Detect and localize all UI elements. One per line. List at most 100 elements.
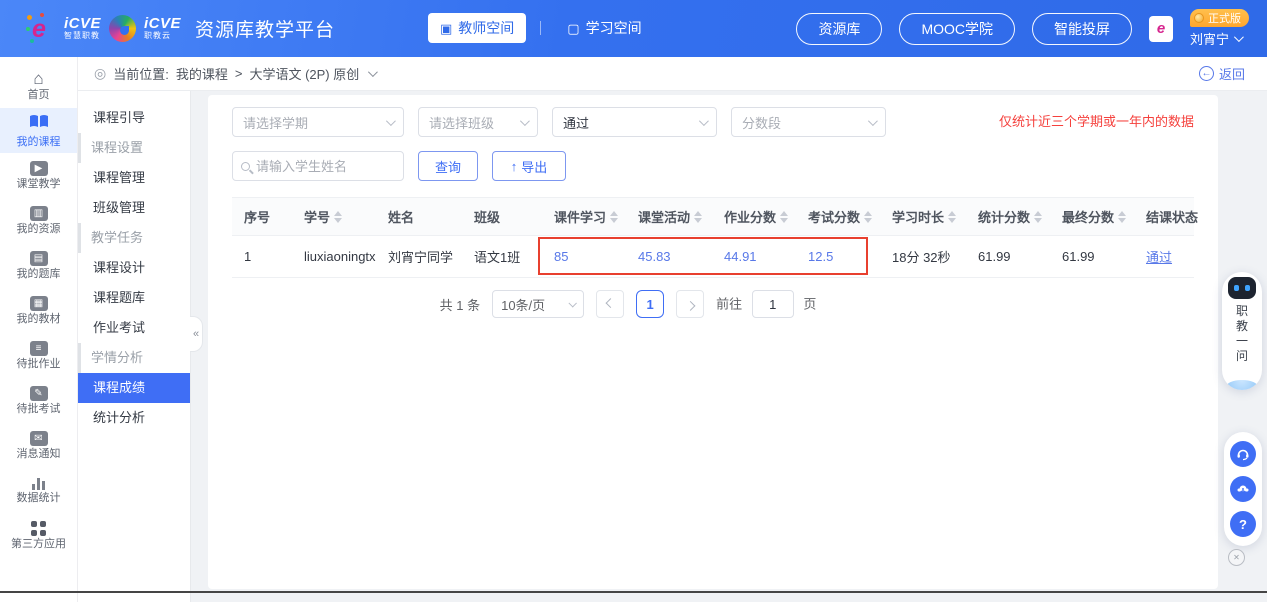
sidebar-item-pending-exams[interactable]: ✎ 待批考试: [0, 378, 77, 423]
student-name-input[interactable]: [256, 159, 395, 174]
query-button[interactable]: 查询: [418, 151, 478, 181]
tab-learning-space[interactable]: ▢ 学习空间: [555, 13, 653, 43]
submenu-item-homework-exams[interactable]: 作业考试: [78, 313, 190, 343]
goto-page-input[interactable]: [752, 290, 794, 318]
sort-icon: [334, 211, 342, 223]
col-courseware[interactable]: 课件学习: [542, 198, 626, 236]
location-icon: ◎: [94, 65, 106, 82]
customer-service-button[interactable]: [1230, 441, 1256, 467]
sidebar-item-question-bank[interactable]: ▤ 我的题库: [0, 243, 77, 288]
pagination: 共 1 条 10条/页 1 前往 页: [232, 290, 1024, 318]
col-exam[interactable]: 考试分数: [796, 198, 880, 236]
submenu-item-course-question-bank[interactable]: 课程题库: [78, 283, 190, 313]
logo-area: e iCVE 智慧职教 iCVE 职教云 资源库教学平台: [0, 13, 335, 45]
cell-class: 语文1班: [462, 236, 542, 278]
user-name: 刘宵宁: [1190, 29, 1229, 48]
sidebar-item-my-resources[interactable]: ▥ 我的资源: [0, 198, 77, 243]
submenu-item-course-grades[interactable]: 课程成绩: [78, 373, 190, 403]
version-badge: 正式版: [1190, 9, 1249, 27]
robot-icon: [1228, 277, 1256, 299]
table-header-row: 序号 学号 姓名 班级 课件学习 课堂活动 作业分数 考试分数 学习时长 统计分…: [232, 198, 1194, 236]
col-class: 班级: [462, 198, 542, 236]
prev-page-button[interactable]: [596, 290, 624, 318]
headset-icon: [1236, 447, 1250, 461]
question-icon: ?: [1239, 517, 1247, 532]
breadcrumb-current-course[interactable]: 大学语文 (2P) 原创: [249, 64, 359, 83]
current-page-button[interactable]: 1: [636, 290, 664, 318]
breadcrumb-parent[interactable]: 我的课程: [176, 64, 228, 83]
brand1-name: iCVE: [64, 16, 101, 32]
goto-unit: 页: [803, 297, 816, 312]
brand2-name: iCVE: [144, 16, 181, 32]
tab-teacher-space[interactable]: ▣ 教师空间: [428, 13, 526, 43]
search-row: 查询 ↑ 导出: [232, 151, 1194, 181]
sidebar-item-notifications[interactable]: ✉ 消息通知: [0, 423, 77, 468]
cell-exam-link[interactable]: 12.5: [796, 236, 880, 278]
col-duration[interactable]: 学习时长: [880, 198, 966, 236]
brand1-sub: 智慧职教: [64, 32, 101, 40]
score-range-select[interactable]: 分数段: [731, 107, 886, 137]
sidebar-item-my-courses[interactable]: 我的课程: [0, 108, 77, 153]
sidebar-item-home[interactable]: ⌂ 首页: [0, 63, 77, 108]
user-menu[interactable]: 正式版 刘宵宁: [1190, 9, 1249, 48]
cell-activity-link[interactable]: 45.83: [626, 236, 712, 278]
main-content: 请选择学期 请选择班级 通过 分数段 仅统计近三个学期或一年内的数据: [191, 91, 1267, 602]
sidebar-item-pending-homework[interactable]: ≡ 待批作业: [0, 333, 77, 378]
message-icon: ✉: [30, 431, 48, 446]
status-select[interactable]: 通过: [552, 107, 717, 137]
teacher-space-icon: ▣: [440, 22, 452, 35]
certificate-icon[interactable]: e: [1149, 16, 1173, 42]
question-bank-icon: ▤: [30, 251, 48, 266]
sidebar-item-third-party-apps[interactable]: 第三方应用: [0, 513, 77, 558]
cell-stat-score: 61.99: [966, 236, 1050, 278]
col-student-id[interactable]: 学号: [292, 198, 376, 236]
export-button[interactable]: ↑ 导出: [492, 151, 566, 181]
header-right: 资源库 MOOC学院 智能投屏 e 正式版 刘宵宁: [796, 0, 1249, 57]
back-button[interactable]: ← 返回: [1199, 64, 1245, 83]
chevron-down-icon: [699, 116, 709, 126]
sidebar-item-classroom-teaching[interactable]: ▶ 课堂教学: [0, 153, 77, 198]
total-count: 共 1 条: [440, 295, 480, 314]
help-button[interactable]: ?: [1230, 511, 1256, 537]
submenu-collapse-handle[interactable]: «: [190, 316, 203, 352]
class-select[interactable]: 请选择班级: [418, 107, 538, 137]
search-icon: [241, 162, 250, 171]
cell-courseware-link[interactable]: 85: [542, 236, 626, 278]
submenu-item-course-design[interactable]: 课程设计: [78, 253, 190, 283]
sidebar-item-textbooks[interactable]: ▦ 我的教材: [0, 288, 77, 333]
submenu-item-course-guide[interactable]: 课程引导: [78, 103, 190, 133]
col-homework[interactable]: 作业分数: [712, 198, 796, 236]
semester-select[interactable]: 请选择学期: [232, 107, 404, 137]
wave-decoration: [1226, 380, 1258, 390]
next-page-button[interactable]: [676, 290, 704, 318]
submenu-item-course-management[interactable]: 课程管理: [78, 163, 190, 193]
icon-sidebar: ⌂ 首页 我的课程 ▶ 课堂教学 ▥ 我的资源 ▤ 我的题库 ▦ 我的教材 ≡ …: [0, 57, 78, 602]
app: e iCVE 智慧职教 iCVE 职教云 资源库教学平台 ▣ 教师空间 ▢ 学习…: [0, 0, 1267, 602]
brand2-sub: 职教云: [144, 32, 181, 40]
download-button[interactable]: [1230, 476, 1256, 502]
resource-library-button[interactable]: 资源库: [796, 13, 882, 45]
homework-icon: ≡: [30, 341, 48, 356]
cell-homework-link[interactable]: 44.91: [712, 236, 796, 278]
mooc-college-button[interactable]: MOOC学院: [899, 13, 1015, 45]
brand-icve-zhijiaoyun: iCVE 职教云: [144, 16, 181, 40]
book-icon: [29, 114, 49, 134]
submenu-item-class-management[interactable]: 班级管理: [78, 193, 190, 223]
cell-name: 刘宵宁同学: [376, 236, 462, 278]
submenu-section-teaching-tasks: 教学任务: [78, 223, 190, 253]
statistics-notice: 仅统计近三个学期或一年内的数据: [999, 111, 1194, 130]
col-activity[interactable]: 课堂活动: [626, 198, 712, 236]
submenu-item-statistics-analysis[interactable]: 统计分析: [78, 403, 190, 433]
course-dropdown-chevron-icon[interactable]: [368, 67, 378, 77]
col-stat-score[interactable]: 统计分数: [966, 198, 1050, 236]
sidebar-item-data-statistics[interactable]: 数据统计: [0, 468, 77, 513]
breadcrumb: ◎ 当前位置: 我的课程 > 大学语文 (2P) 原创: [94, 64, 375, 83]
sort-icon: [948, 211, 956, 223]
assistant-widget[interactable]: 职教一问: [1222, 272, 1262, 390]
smart-cast-button[interactable]: 智能投屏: [1032, 13, 1132, 45]
cell-status-link[interactable]: 通过: [1134, 236, 1194, 278]
close-widgets-button[interactable]: ✕: [1228, 549, 1245, 566]
play-icon: ▶: [30, 161, 48, 176]
col-final-score[interactable]: 最终分数: [1050, 198, 1134, 236]
page-size-select[interactable]: 10条/页: [492, 290, 584, 318]
